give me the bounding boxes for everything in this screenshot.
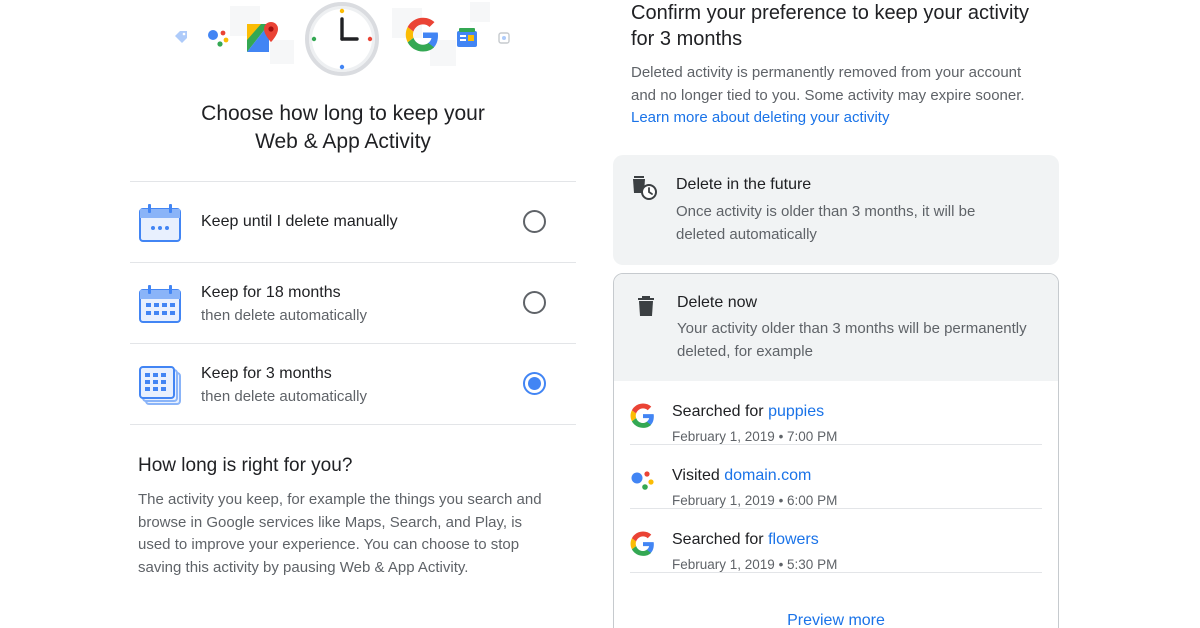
option-keep-until-delete[interactable]: Keep until I delete manually bbox=[130, 182, 576, 263]
confirm-description: Deleted activity is permanently removed … bbox=[631, 62, 1041, 130]
activity-verb: Searched for bbox=[672, 403, 764, 420]
delete-now-header: Delete now Your activity older than 3 mo… bbox=[614, 274, 1058, 381]
option-keep-3-months[interactable]: Keep for 3 months then delete automatica… bbox=[130, 344, 576, 425]
assistant-dots-icon bbox=[208, 30, 229, 47]
google-g-icon bbox=[630, 403, 654, 428]
info-text: The activity you keep, for example the t… bbox=[138, 491, 542, 576]
google-g-icon bbox=[405, 17, 438, 52]
calendar-stack-icon bbox=[139, 366, 181, 405]
assistant-dots-icon bbox=[631, 471, 654, 490]
activity-object[interactable]: domain.com bbox=[724, 467, 811, 484]
activity-item: Visited domain.com February 1, 2019 • 6:… bbox=[630, 445, 1042, 509]
confirmation-pane: Confirm your preference to keep your act… bbox=[613, 0, 1059, 628]
option-title: Keep until I delete manually bbox=[201, 213, 398, 230]
maps-icon bbox=[247, 22, 278, 52]
activity-time: February 1, 2019 • 7:00 PM bbox=[672, 429, 838, 444]
page-title-line2: Web & App Activity bbox=[255, 130, 431, 153]
radio-keep-until-delete[interactable] bbox=[523, 210, 546, 233]
activity-time: February 1, 2019 • 5:30 PM bbox=[672, 557, 838, 572]
preview-more-button[interactable]: Preview more bbox=[614, 612, 1058, 628]
tag-icon bbox=[175, 31, 187, 43]
activity-object[interactable]: flowers bbox=[768, 531, 819, 548]
activity-object[interactable]: puppies bbox=[768, 403, 824, 420]
option-title: Keep for 3 months bbox=[201, 365, 332, 382]
page-title-line1: Choose how long to keep your bbox=[201, 102, 485, 125]
activity-verb: Visited bbox=[672, 467, 720, 484]
hero-illustration bbox=[130, 0, 578, 80]
retention-option-list: Keep until I delete manually Keep for 18… bbox=[130, 181, 576, 425]
google-g-icon bbox=[630, 531, 654, 556]
learn-more-link[interactable]: Learn more about deleting your activity bbox=[631, 109, 889, 126]
activity-description: Searched for puppies bbox=[672, 403, 824, 421]
option-title: Keep for 18 months bbox=[201, 284, 341, 301]
trash-icon bbox=[638, 296, 654, 316]
option-keep-18-months[interactable]: Keep for 18 months then delete automatic… bbox=[130, 263, 576, 344]
news-icon bbox=[457, 28, 477, 47]
retention-options-pane: Choose how long to keep your Web & App A… bbox=[130, 0, 578, 628]
calendar-icon bbox=[139, 204, 181, 242]
activity-description: Visited domain.com bbox=[672, 467, 811, 485]
activity-item: Searched for flowers February 1, 2019 • … bbox=[630, 509, 1042, 573]
page-title: Choose how long to keep your Web & App A… bbox=[130, 100, 556, 156]
delete-now-card: Delete now Your activity older than 3 mo… bbox=[613, 273, 1059, 628]
photo-icon bbox=[498, 32, 510, 44]
confirm-description-text: Deleted activity is permanently removed … bbox=[631, 64, 1025, 104]
clock-icon bbox=[305, 2, 379, 76]
info-heading: How long is right for you? bbox=[138, 455, 353, 476]
calendar-grid-icon bbox=[139, 285, 181, 323]
activity-verb: Searched for bbox=[672, 531, 764, 548]
activity-list: Searched for puppies February 1, 2019 • … bbox=[630, 381, 1042, 573]
radio-keep-18-months[interactable] bbox=[523, 291, 546, 314]
confirm-heading: Confirm your preference to keep your act… bbox=[631, 2, 1029, 50]
option-subtitle: then delete automatically bbox=[201, 388, 367, 405]
delete-future-title: Delete in the future bbox=[676, 176, 812, 193]
activity-time: February 1, 2019 • 6:00 PM bbox=[672, 493, 838, 508]
delete-now-title: Delete now bbox=[677, 294, 758, 311]
option-subtitle: then delete automatically bbox=[201, 307, 367, 324]
activity-item: Searched for puppies February 1, 2019 • … bbox=[630, 381, 1042, 445]
radio-keep-3-months[interactable] bbox=[523, 372, 546, 395]
delete-now-text: Your activity older than 3 months will b… bbox=[677, 320, 1027, 360]
delete-future-card: Delete in the future Once activity is ol… bbox=[613, 155, 1059, 265]
trash-clock-icon bbox=[633, 176, 657, 200]
activity-description: Searched for flowers bbox=[672, 531, 819, 549]
delete-future-text: Once activity is older than 3 months, it… bbox=[676, 203, 976, 243]
